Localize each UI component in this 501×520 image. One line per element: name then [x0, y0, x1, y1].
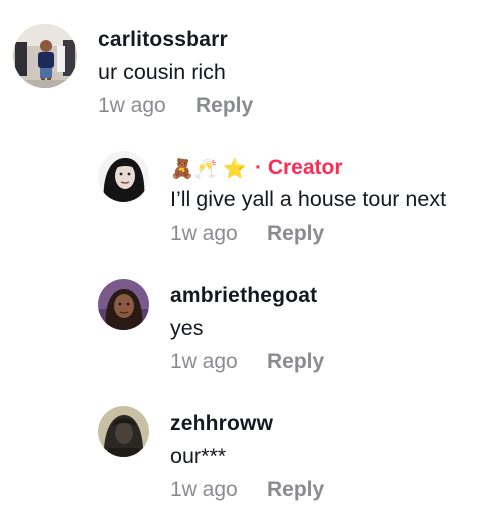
- avatar[interactable]: [13, 24, 77, 88]
- comment-timestamp: 1w ago: [170, 222, 238, 245]
- avatar-photo: [98, 406, 149, 457]
- comment-text: our***: [170, 444, 227, 468]
- reply-button[interactable]: Reply: [196, 94, 253, 118]
- avatar[interactable]: [98, 151, 149, 202]
- comment-item: carlitossbarr ur cousin rich 1w ago Repl…: [0, 0, 501, 130]
- creator-username-line: 🧸🥂 ⭐ · Creator: [170, 156, 343, 180]
- comment-username[interactable]: ambriethegoat: [170, 284, 317, 308]
- reply-item: 🧸🥂 ⭐ · Creator I’ll give yall a house to…: [0, 130, 501, 258]
- comment-username[interactable]: zehhroww: [170, 412, 273, 436]
- comment-text: ur cousin rich: [98, 60, 226, 84]
- reply-button[interactable]: Reply: [267, 222, 324, 246]
- avatar[interactable]: [98, 406, 149, 457]
- comment-thread: carlitossbarr ur cousin rich 1w ago Repl…: [0, 0, 501, 520]
- comment-timestamp: 1w ago: [170, 350, 238, 373]
- comment-text: yes: [170, 316, 204, 340]
- avatar-photo: [98, 151, 149, 202]
- comment-timestamp: 1w ago: [170, 478, 238, 501]
- comment-username[interactable]: 🧸🥂 ⭐: [170, 157, 247, 180]
- reply-item: ambriethegoat yes 1w ago Reply: [0, 258, 501, 386]
- comment-text: I’ll give yall a house tour next: [170, 187, 447, 211]
- avatar[interactable]: [98, 279, 149, 330]
- comment-timestamp: 1w ago: [98, 94, 166, 117]
- comment-username[interactable]: carlitossbarr: [98, 28, 228, 52]
- reply-item: zehhroww our*** 1w ago Reply: [0, 386, 501, 520]
- avatar-photo: [98, 279, 149, 330]
- reply-button[interactable]: Reply: [267, 350, 324, 374]
- avatar-photo: [13, 24, 77, 88]
- creator-badge: · Creator: [255, 156, 343, 179]
- reply-button[interactable]: Reply: [267, 478, 324, 502]
